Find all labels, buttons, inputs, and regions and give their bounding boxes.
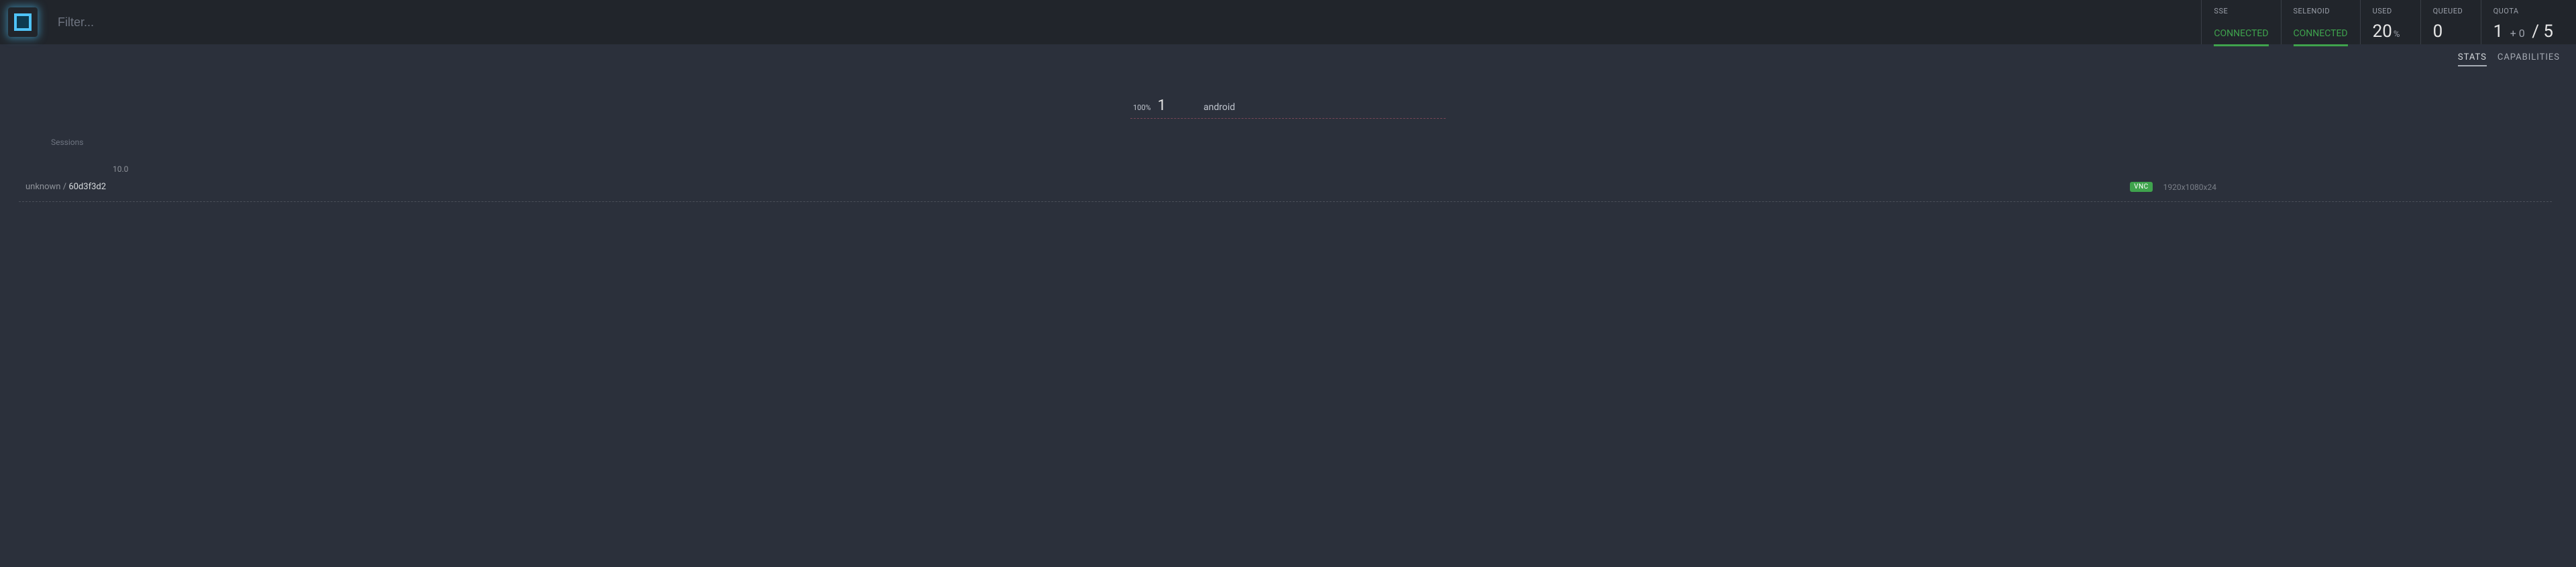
resolution: 1920x1080x24 [2163,183,2216,192]
status-value: CONNECTED [2294,28,2348,46]
status-value: CONNECTED [2214,28,2268,46]
filter-input[interactable] [58,15,2201,30]
tab-stats[interactable]: STATS [2458,52,2487,66]
tab-capabilities[interactable]: CAPABILITIES [2498,52,2560,66]
top-header: SSE CONNECTED SELENOID CONNECTED USED 20… [0,0,2576,44]
status-value: 0 [2433,21,2469,44]
status-value: 1 + 0 / 5 [2493,21,2553,44]
square-icon [14,13,32,31]
browser-count: 1 [1158,97,1166,114]
view-tabs: STATS CAPABILITIES [0,44,2576,70]
status-label: SSE [2214,7,2268,15]
sessions-section: Sessions 10.0 unknown / 60d3f3d2 VNC 192… [0,119,2576,202]
browser-summary: 100% 1 android [0,97,2576,119]
version-label: 10.0 [113,164,2557,174]
sessions-title: Sessions [51,138,2557,147]
status-label: USED [2373,7,2408,15]
status-label: QUEUED [2433,7,2469,15]
browser-percent: 100% [1133,103,1151,112]
vnc-badge[interactable]: VNC [2130,182,2153,192]
status-sse: SSE CONNECTED [2201,0,2280,44]
app-logo[interactable] [8,7,38,37]
session-name: unknown / 60d3f3d2 [25,182,106,192]
status-group: SSE CONNECTED SELENOID CONNECTED USED 20… [2201,0,2565,44]
browser-name: android [1203,102,1235,113]
status-value: 20% [2373,21,2408,44]
status-selenoid: SELENOID CONNECTED [2281,0,2360,44]
status-label: QUOTA [2493,7,2553,15]
status-label: SELENOID [2294,7,2348,15]
session-row[interactable]: unknown / 60d3f3d2 VNC 1920x1080x24 [19,178,2552,202]
status-queued: QUEUED 0 [2420,0,2481,44]
status-used: USED 20% [2360,0,2420,44]
session-meta: VNC 1920x1080x24 [2130,182,2216,192]
status-quota: QUOTA 1 + 0 / 5 [2481,0,2565,44]
browser-row[interactable]: 100% 1 android [1130,97,1446,119]
